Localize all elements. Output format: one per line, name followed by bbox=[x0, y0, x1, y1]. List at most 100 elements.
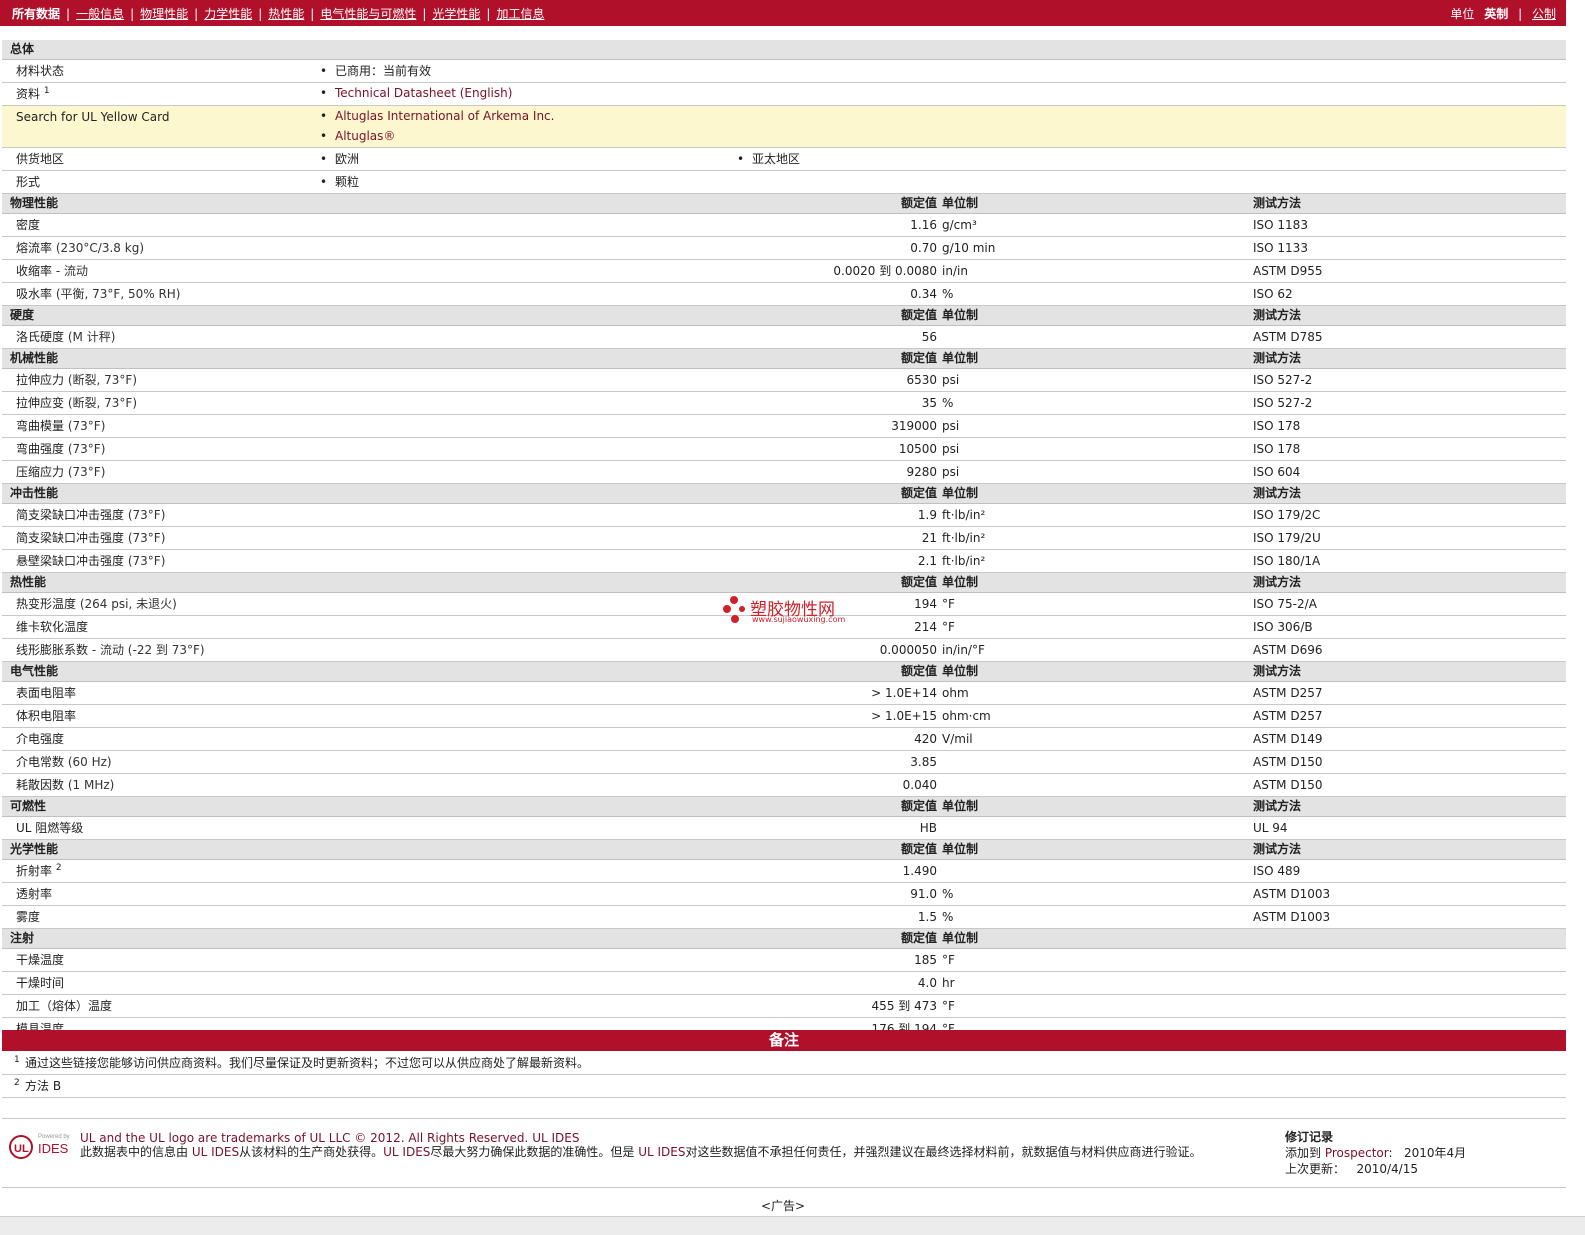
section-header: 物理性能 额定值 单位制 测试方法 bbox=[2, 194, 1566, 214]
arkema-link[interactable]: Altuglas International of Arkema Inc. bbox=[320, 106, 555, 127]
rev-added-label: 添加到 bbox=[1285, 1146, 1322, 1160]
property-value: 0.34 bbox=[910, 287, 937, 301]
nav-item[interactable]: 加工信息 bbox=[496, 7, 544, 21]
header-unit: 单位制 bbox=[942, 842, 979, 856]
section-header: 电气性能 额定值 单位制 测试方法 bbox=[2, 662, 1566, 682]
property-row: 加工（熔体）温度 455 到 473 °F bbox=[2, 995, 1566, 1018]
row-yellow-card: Search for UL Yellow Card Altuglas Inter… bbox=[2, 106, 1566, 148]
header-value: 额定值 bbox=[900, 308, 937, 322]
ul-ides-name: UL IDES bbox=[638, 1145, 686, 1159]
property-unit: °F bbox=[942, 620, 955, 634]
property-name: 形式 bbox=[16, 175, 41, 189]
section-title: 可燃性 bbox=[10, 799, 47, 813]
property-value: 0.040 bbox=[902, 778, 937, 792]
test-method: ISO 489 bbox=[1253, 864, 1301, 878]
svg-text:Powered by: Powered by bbox=[38, 1134, 70, 1140]
test-method: ISO 180/1A bbox=[1253, 554, 1321, 568]
ul-ides-link[interactable]: UL IDES bbox=[532, 1131, 579, 1145]
test-method: ASTM D1003 bbox=[1253, 887, 1331, 901]
property-name: 密度 bbox=[16, 218, 41, 232]
nav-item[interactable]: 电气性能与可燃性 bbox=[320, 7, 416, 21]
header-test: 测试方法 bbox=[1253, 664, 1302, 678]
section-title: 电气性能 bbox=[10, 664, 59, 678]
test-method: ISO 306/B bbox=[1253, 620, 1313, 634]
property-value: 4.0 bbox=[917, 976, 937, 990]
test-method: ASTM D150 bbox=[1253, 778, 1323, 792]
property-unit: in/in bbox=[942, 264, 968, 278]
test-method: ISO 179/2U bbox=[1253, 531, 1321, 545]
section-title: 机械性能 bbox=[10, 351, 59, 365]
test-method: ISO 1183 bbox=[1253, 218, 1308, 232]
nav-item[interactable]: 一般信息 bbox=[76, 7, 124, 21]
property-value: 319000 bbox=[891, 419, 937, 433]
header-test: 测试方法 bbox=[1253, 308, 1302, 322]
section-header: 注射 额定值 单位制 bbox=[2, 929, 1566, 949]
header-unit: 单位制 bbox=[942, 351, 979, 365]
property-unit: °F bbox=[942, 597, 955, 611]
property-name: 吸水率 (平衡, 73°F, 50% RH) bbox=[16, 287, 181, 301]
nav-item[interactable]: 热性能 bbox=[268, 7, 304, 21]
svg-text:IDES: IDES bbox=[38, 1141, 69, 1156]
header-unit: 单位制 bbox=[942, 664, 979, 678]
property-value: 455 到 473 bbox=[871, 999, 937, 1013]
test-method: ASTM D696 bbox=[1253, 643, 1323, 657]
property-value: 214 bbox=[914, 620, 937, 634]
test-method: ASTM D257 bbox=[1253, 709, 1323, 723]
watermark-url: www.sujiaowuxing.com bbox=[752, 615, 846, 624]
property-name: 折射率 2 bbox=[16, 863, 62, 879]
property-name: 材料状态 bbox=[16, 64, 65, 78]
property-row: 简支梁缺口冲击强度 (73°F) 1.9 ft·lb/in² ISO 179/2C bbox=[2, 504, 1566, 527]
property-value: 91.0 bbox=[910, 887, 937, 901]
row-form: 形式 颗粒 bbox=[2, 171, 1566, 194]
header-unit: 单位制 bbox=[942, 799, 979, 813]
test-method: ASTM D785 bbox=[1253, 330, 1323, 344]
note-text: 通过这些链接您能够访问供应商资料。我们尽量保证及时更新资料；不过您可以从供应商处… bbox=[25, 1056, 590, 1070]
property-value: 1.9 bbox=[917, 508, 937, 522]
technical-datasheet-link[interactable]: Technical Datasheet (English) bbox=[320, 83, 512, 104]
header-test: 测试方法 bbox=[1253, 196, 1302, 210]
property-name: 雾度 bbox=[16, 910, 41, 924]
nav-item[interactable]: 力学性能 bbox=[204, 7, 252, 21]
trademark-text: UL and the UL logo are trademarks of UL … bbox=[80, 1131, 529, 1145]
property-name: 悬壁梁缺口冲击强度 (73°F) bbox=[16, 554, 166, 568]
test-method: ISO 604 bbox=[1253, 465, 1301, 479]
section-title: 光学性能 bbox=[10, 842, 59, 856]
header-value: 额定值 bbox=[900, 575, 937, 589]
footer-disclaimer: UL and the UL logo are trademarks of UL … bbox=[80, 1131, 1265, 1159]
property-row: 线形膨胀系数 - 流动 (-22 到 73°F) 0.000050 in/in/°F… bbox=[2, 639, 1566, 662]
section-header: 冲击性能 额定值 单位制 测试方法 bbox=[2, 484, 1566, 504]
row-supply-regions: 供货地区 欧洲 亚太地区 bbox=[2, 148, 1566, 171]
rev-added-date: 2010年4月 bbox=[1404, 1146, 1467, 1160]
nav-item[interactable]: 光学性能 bbox=[432, 7, 480, 21]
test-method: ASTM D257 bbox=[1253, 686, 1323, 700]
ul-ides-name: UL IDES bbox=[191, 1145, 240, 1159]
unit-switcher: 单位 英制 | 公制 bbox=[1450, 7, 1556, 21]
test-method: UL 94 bbox=[1253, 821, 1288, 835]
test-method: ISO 527-2 bbox=[1253, 373, 1313, 387]
unit-metric-link[interactable]: 公制 bbox=[1532, 7, 1556, 21]
property-value: 1.5 bbox=[917, 910, 937, 924]
material-status-value: 已商用：当前有效 bbox=[320, 60, 431, 82]
property-name: 体积电阻率 bbox=[16, 709, 77, 723]
test-method: ISO 527-2 bbox=[1253, 396, 1313, 410]
section-title: 冲击性能 bbox=[10, 486, 59, 500]
horizontal-scrollbar[interactable] bbox=[0, 1216, 1585, 1235]
section-title: 总体 bbox=[10, 42, 35, 56]
property-name: 干燥温度 bbox=[16, 953, 65, 967]
prospector-link[interactable]: Prospector bbox=[1325, 1146, 1389, 1160]
property-value: 0.70 bbox=[910, 241, 937, 255]
units-label: 单位 bbox=[1450, 7, 1475, 21]
nav-separator: | bbox=[310, 7, 315, 21]
header-value: 额定值 bbox=[900, 931, 937, 945]
nav-item[interactable]: 物理性能 bbox=[140, 7, 188, 21]
property-value: 10500 bbox=[898, 442, 937, 456]
header-value: 额定值 bbox=[900, 799, 937, 813]
property-row: 折射率 2 1.490 ISO 489 bbox=[2, 860, 1566, 883]
property-row: 弯曲强度 (73°F) 10500 psi ISO 178 bbox=[2, 438, 1566, 461]
property-unit: % bbox=[942, 287, 954, 301]
property-name: 洛氏硬度 (M 计秤) bbox=[16, 330, 116, 344]
altuglas-link[interactable]: Altuglas® bbox=[320, 126, 396, 147]
property-row: 弯曲模量 (73°F) 319000 psi ISO 178 bbox=[2, 415, 1566, 438]
property-name: 简支梁缺口冲击强度 (73°F) bbox=[16, 531, 166, 545]
watermark-logo-icon bbox=[723, 596, 745, 623]
